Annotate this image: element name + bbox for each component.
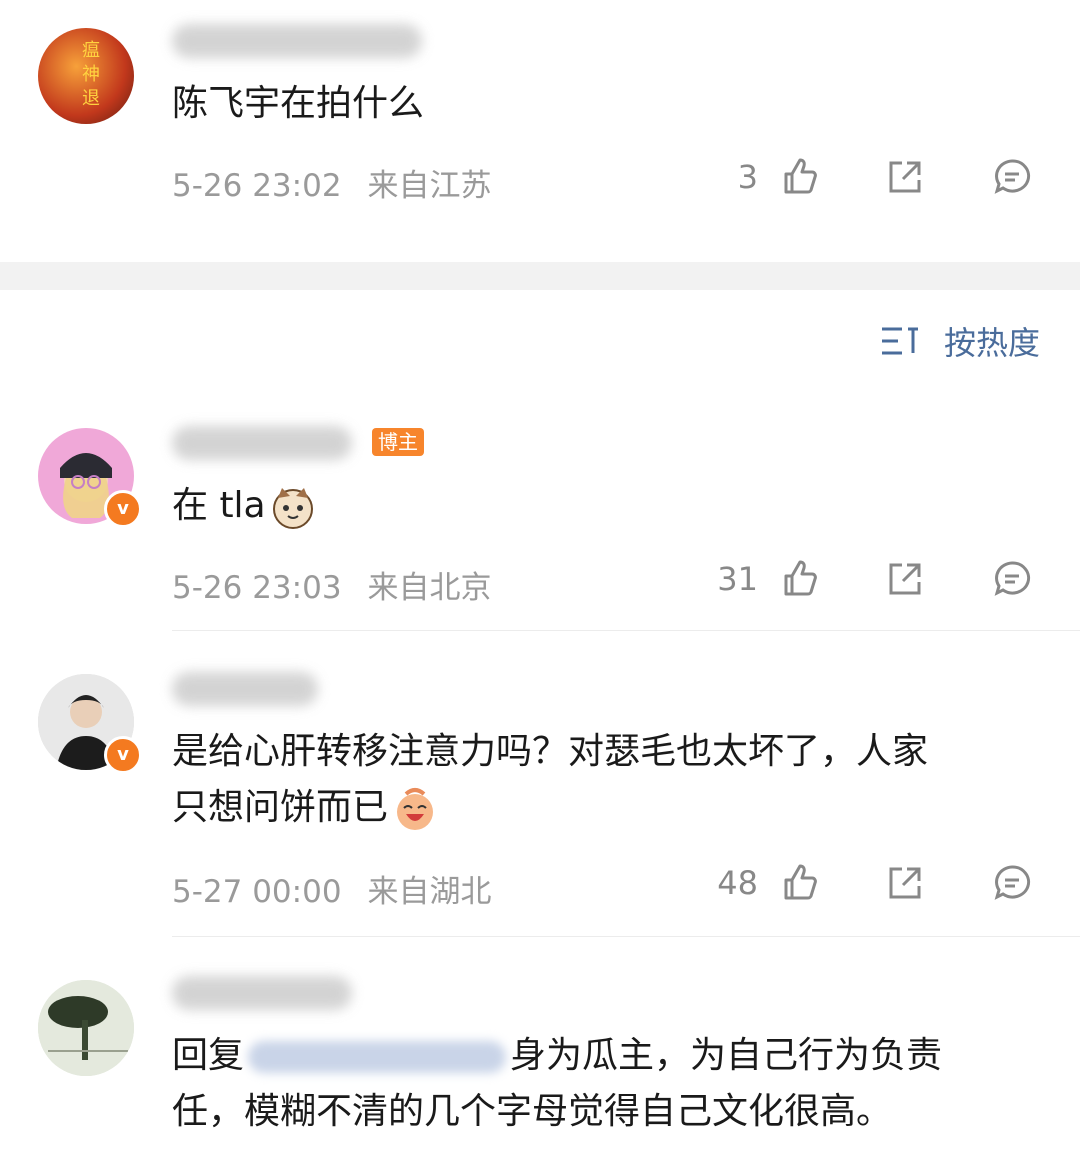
sort-label: 按热度: [943, 324, 1040, 362]
share-icon[interactable]: [886, 158, 924, 196]
comment-icon[interactable]: [992, 863, 1032, 903]
thumbs-up-icon[interactable]: [780, 558, 820, 598]
username-blurred[interactable]: [172, 24, 422, 58]
like-count: 31: [717, 560, 758, 598]
post-card: 瘟 神 退 陈飞宇在拍什么 5-26 23:02 来自江苏 3: [0, 0, 1080, 262]
comment-actions: 48: [700, 862, 1040, 906]
share-icon[interactable]: [886, 864, 924, 902]
laughing-emoji-icon: [397, 788, 434, 830]
post-text: 陈飞宇在拍什么: [172, 83, 425, 124]
reply-mention-blurred[interactable]: [248, 1041, 507, 1073]
thumbs-up-icon[interactable]: [780, 156, 820, 196]
post-meta: 5-26 23:02 来自江苏: [172, 160, 492, 205]
comment-location: 来自北京: [367, 570, 492, 606]
verified-badge-icon: v: [104, 490, 142, 528]
username-blurred[interactable]: [172, 672, 318, 706]
post-location: 来自江苏: [367, 168, 492, 204]
comment-text-line: 回复 身为瓜主，为自己行为负责: [172, 1028, 942, 1084]
svg-text:神: 神: [82, 64, 100, 85]
divider: [172, 936, 1080, 937]
avatar-image: [38, 980, 134, 1076]
thumbs-up-icon[interactable]: [780, 862, 820, 902]
sort-icon: [881, 327, 918, 355]
comment-text: 在 tla: [172, 478, 316, 534]
avatar[interactable]: 瘟 神 退: [38, 28, 134, 124]
avatar-image: 瘟 神 退: [82, 40, 100, 109]
username-blurred[interactable]: [172, 426, 352, 460]
section-divider: [0, 262, 1080, 290]
verified-badge-icon: v: [104, 736, 142, 774]
comment-text-line: 是给心肝转移注意力吗？对瑟毛也太坏了，人家: [172, 731, 929, 772]
username-blurred[interactable]: [172, 976, 352, 1010]
like-count: 48: [717, 864, 758, 902]
svg-text:瘟: 瘟: [82, 40, 100, 61]
comment-text-line: 任，模糊不清的几个字母觉得自己文化很高。: [172, 1091, 893, 1132]
avatar[interactable]: [38, 980, 134, 1076]
comment-time: 5-27 00:00: [172, 874, 342, 910]
comment-icon[interactable]: [992, 559, 1032, 599]
sort-toggle[interactable]: 按热度: [880, 318, 1040, 364]
share-icon[interactable]: [886, 560, 924, 598]
comment-icon[interactable]: [992, 157, 1032, 197]
cat-emoji-icon: [272, 488, 313, 529]
comment-meta: 5-27 00:00 来自湖北: [172, 866, 492, 911]
comment-text-line: 只想问饼而已: [172, 780, 928, 836]
comment-text: 是给心肝转移注意力吗？对瑟毛也太坏了，人家 只想问饼而已: [172, 724, 928, 836]
comment-actions: 31: [700, 558, 1040, 602]
comment-text-content: 身为瓜主，为自己行为负责: [510, 1035, 943, 1076]
post-time: 5-26 23:02: [172, 168, 342, 204]
like-count: 3: [737, 158, 758, 196]
svg-text:退: 退: [82, 88, 100, 109]
reply-prefix: 回复: [172, 1035, 245, 1076]
comment-text: 回复 身为瓜主，为自己行为负责 任，模糊不清的几个字母觉得自己文化很高。: [172, 1028, 942, 1140]
comment-time: 5-26 23:03: [172, 570, 342, 606]
comment-text-content: 只想问饼而已: [172, 787, 389, 828]
comment-meta: 5-26 23:03 来自北京: [172, 562, 492, 607]
comment-location: 来自湖北: [367, 874, 492, 910]
post-actions: 3: [700, 156, 1040, 200]
blogger-badge: 博主: [372, 428, 424, 456]
comment-text-content: 在 tla: [172, 485, 266, 526]
divider: [172, 630, 1080, 631]
